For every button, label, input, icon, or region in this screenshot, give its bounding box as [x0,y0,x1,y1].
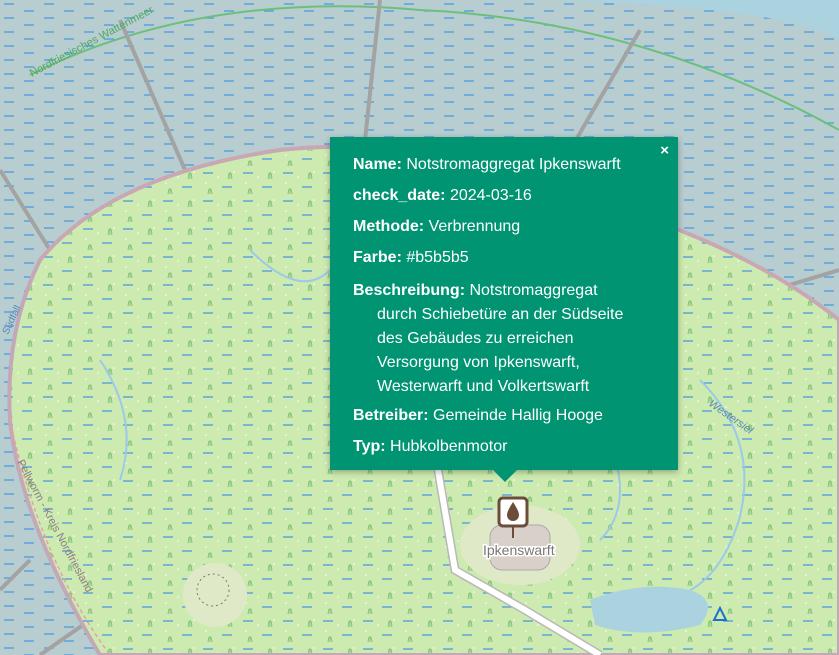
field-key: Farbe: [353,249,402,266]
field-key: Typ: [353,438,386,455]
small-warft [183,563,247,627]
field-beschreibung: Beschreibung: Notstromaggregat durch Sch… [353,279,656,399]
field-value-line: Versorgung von Ipkenswarft, [377,354,580,371]
field-key: Beschreibung: [353,282,466,299]
close-icon[interactable]: × [660,142,669,159]
field-value: 2024-03-16 [449,187,532,204]
field-methode: Methode: Verbrennung [353,217,656,237]
field-check-date: check_date: 2024-03-16 [353,186,656,206]
feature-popup: × Name: Notstromaggregat Ipkenswarft che… [330,137,678,482]
field-key: Methode: [353,218,425,235]
field-name: Name: Notstromaggregat Ipkenswarft [353,155,656,175]
field-value: Gemeinde Hallig Hooge [433,407,603,424]
field-farbe: Farbe: #b5b5b5 [353,248,656,268]
field-value: Notstromaggregat Ipkenswarft [406,156,621,173]
field-value-line: Westerwarft und Volkertswarft [377,378,590,395]
field-value: #b5b5b5 [406,249,469,266]
field-value-line: durch Schiebetüre an der Südseite [377,306,624,323]
field-value: Notstromaggregat [469,282,598,299]
popup-tip [493,470,517,482]
field-betreiber: Betreiber: Gemeinde Hallig Hooge [353,406,656,426]
label-place: Ipkenswarft [483,542,555,558]
field-key: Name: [353,156,402,173]
field-value: Hubkolbenmotor [390,438,508,455]
field-key: check_date: [353,187,446,204]
field-value: Verbrennung [428,218,521,235]
field-value-line: des Gebäudes zu erreichen [377,330,574,347]
field-key: Betreiber: [353,407,429,424]
field-typ: Typ: Hubkolbenmotor [353,437,656,457]
